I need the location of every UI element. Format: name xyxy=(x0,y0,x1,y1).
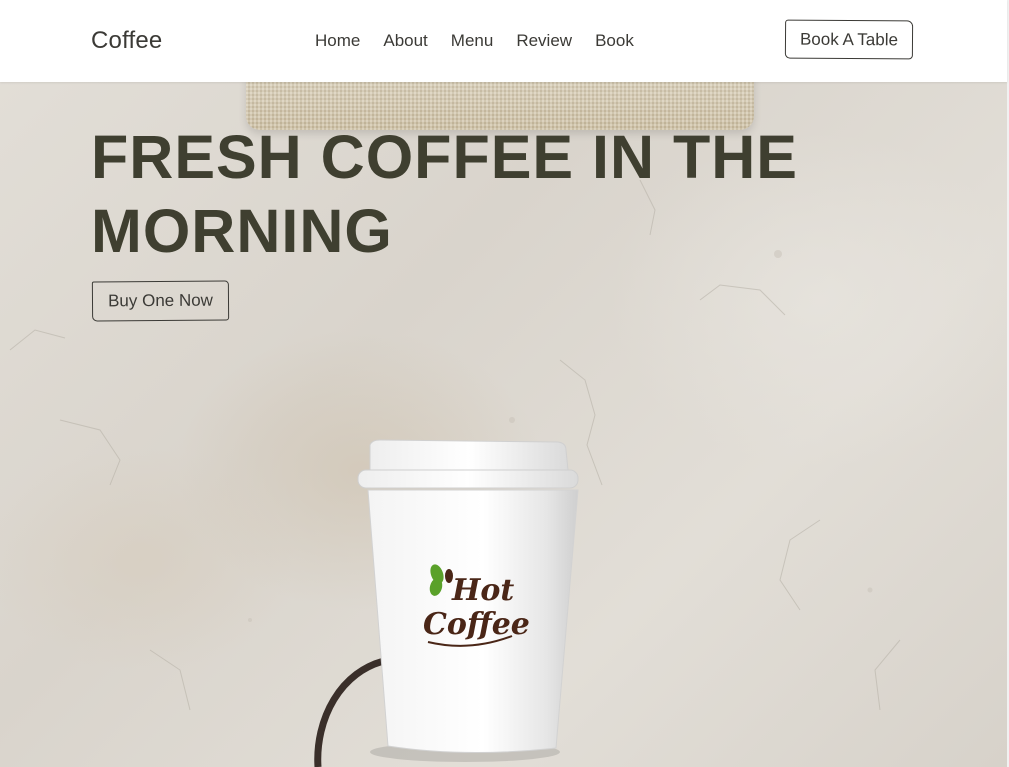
hero-title-line2: MORNING xyxy=(91,197,393,265)
nav-menu[interactable]: Menu xyxy=(451,31,494,51)
coffee-cup-image: Hot Coffee xyxy=(314,439,579,767)
nav-book[interactable]: Book xyxy=(595,31,634,51)
site-logo[interactable]: Coffee xyxy=(91,27,162,55)
cup-logo-line1: Hot xyxy=(451,573,514,608)
cup-logo-line2: Coffee xyxy=(423,607,530,642)
page: Coffee Home About Menu Review Book Book … xyxy=(0,0,1009,767)
book-a-table-button[interactable]: Book A Table xyxy=(784,19,914,60)
nav-about[interactable]: About xyxy=(383,31,427,51)
buy-one-now-button[interactable]: Buy One Now xyxy=(91,280,230,322)
main-nav: Home About Menu Review Book xyxy=(315,31,657,51)
site-header: Coffee Home About Menu Review Book Book … xyxy=(0,0,1007,82)
nav-review[interactable]: Review xyxy=(516,31,572,51)
hero-title: FRESH COFFEE IN THE MORNING xyxy=(91,120,871,268)
hero-title-line1: FRESH COFFEE IN THE xyxy=(91,123,798,191)
nav-home[interactable]: Home xyxy=(315,31,360,51)
